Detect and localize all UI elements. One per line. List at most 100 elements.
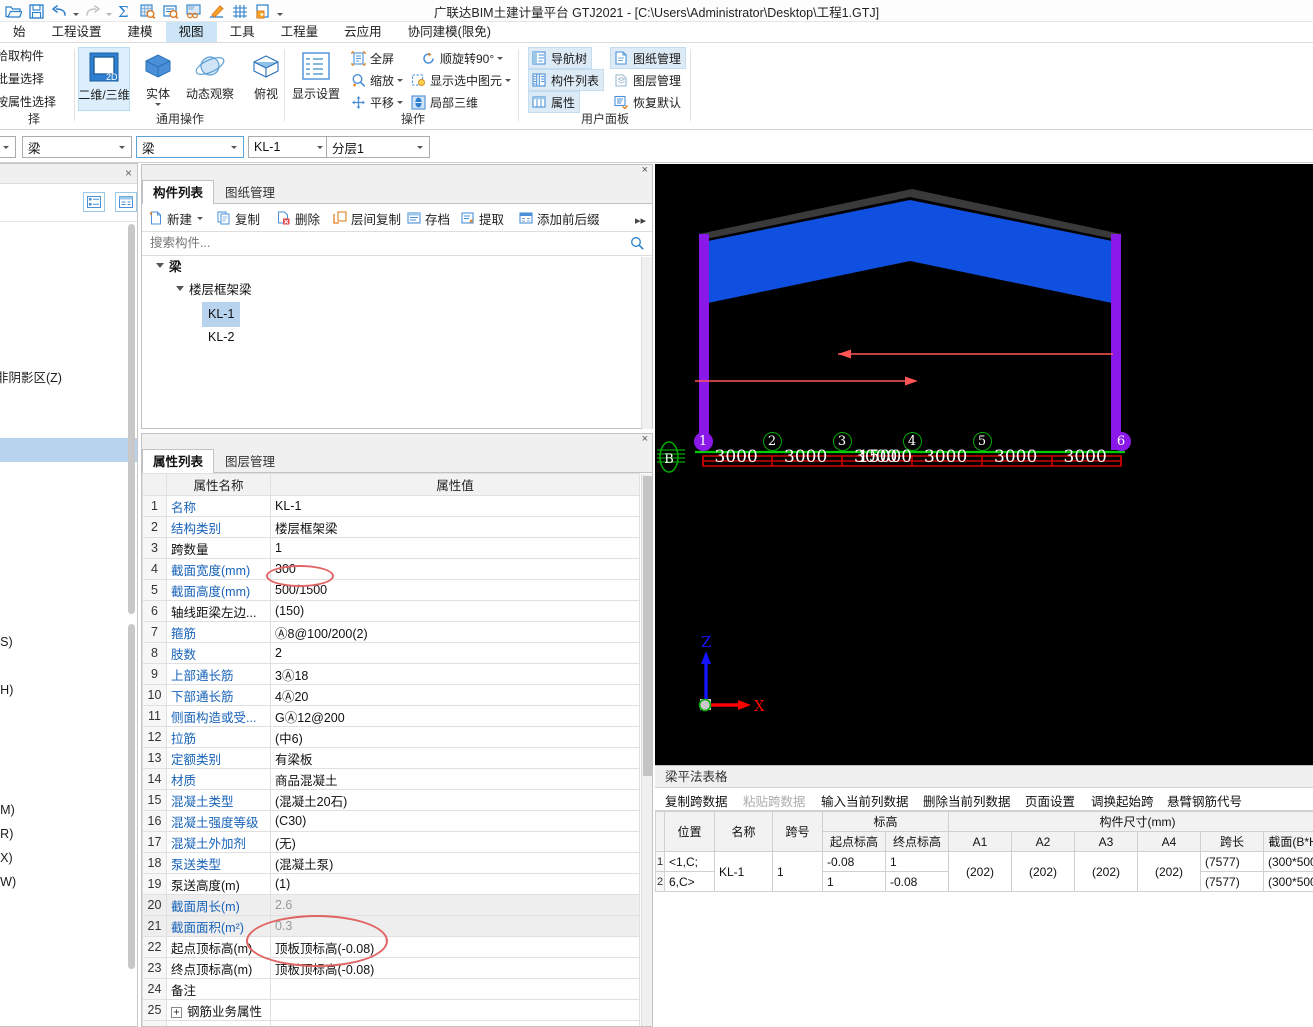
nav-item-18[interactable]: 板负筋(F) [0, 654, 137, 678]
beam-cell-a1[interactable]: (202) [948, 851, 1012, 892]
property-row[interactable]: 2 结构类别 楼层框架梁 [142, 516, 640, 538]
btn-show-selected-caret[interactable] [505, 78, 512, 82]
property-row[interactable]: 18 泵送类型 (混凝土泵) [142, 852, 640, 874]
property-row[interactable]: 17 混凝土外加剂 (无) [142, 831, 640, 853]
component-toolbar-btn-0[interactable]: 新建 [148, 208, 204, 228]
chevron-down-icon[interactable] [176, 285, 184, 294]
property-row[interactable]: 14 材质 商品混凝土 [142, 768, 640, 790]
component-toolbar-btn-1[interactable]: 复制 [216, 208, 260, 228]
property-row[interactable]: 15 混凝土类型 (混凝土20石) [142, 789, 640, 811]
nav-item-13[interactable]: 现浇板(B) [0, 534, 137, 558]
property-row-value[interactable]: 商品混凝土 [270, 768, 640, 790]
beam-grid-col-3[interactable]: 起点标高 [822, 831, 886, 852]
toolbar-overflow-button[interactable]: ▸▸ [635, 210, 646, 230]
close-icon[interactable]: × [642, 164, 648, 176]
property-row[interactable]: 25 + 钢筋业务属性 [142, 999, 640, 1021]
beam-cell-end-elev[interactable]: 1 [885, 851, 949, 872]
beam-grid-col-7[interactable]: A3 [1074, 831, 1138, 852]
property-row-value[interactable] [270, 999, 640, 1021]
property-row-value[interactable]: 顶板顶标高(-0.08) [270, 936, 640, 958]
property-row-value[interactable]: (混凝土泵) [270, 852, 640, 874]
nav-item-4[interactable]: 构造柱(Z) [0, 318, 137, 342]
beam-grid-col-5[interactable]: A1 [948, 831, 1012, 852]
close-icon[interactable]: × [125, 166, 132, 180]
toggle-layer-mgmt[interactable]: 图层管理 [610, 69, 686, 91]
beam-cell-name[interactable]: KL-1 [714, 851, 773, 892]
property-row[interactable]: 20 截面周长(m) 2.6 [142, 894, 640, 916]
beam-cell-a4[interactable]: (202) [1137, 851, 1201, 892]
property-row[interactable]: 6 轴线距梁左边... (150) [142, 600, 640, 622]
floor-select[interactable] [0, 136, 16, 158]
beam-toolbar-btn-5[interactable]: 调换起始跨 [1091, 791, 1154, 810]
chevron-down-icon[interactable] [119, 146, 125, 149]
beam-cell-a2[interactable]: (202) [1011, 851, 1075, 892]
nav-item-25[interactable]: 筏板主筋(R) [0, 822, 137, 846]
property-scrollbar-thumb[interactable] [643, 476, 652, 776]
property-panel-tab-0[interactable]: 属性列表 [142, 449, 215, 474]
btn-zoom[interactable]: 缩放 [348, 69, 405, 91]
beam-cell-section[interactable]: (300*500/1... [1263, 851, 1313, 872]
property-header-col-0[interactable]: 属性名称 [166, 473, 271, 496]
axis-bubble-5[interactable]: 5 [972, 432, 992, 451]
card-view-icon[interactable] [115, 192, 137, 212]
property-row-value[interactable]: 0.3 [270, 915, 640, 937]
component-toolbar-btn-5[interactable]: 提取 [460, 208, 504, 228]
property-row[interactable]: 13 定额类别 有梁板 [142, 747, 640, 769]
ribbon-tab-5[interactable]: 工程量 [268, 22, 332, 42]
btn-rotate-cw-caret[interactable] [497, 56, 504, 60]
property-row-value[interactable] [270, 1020, 640, 1026]
property-row[interactable]: 7 箍筋 Ⓐ8@100/200(2) [142, 621, 640, 643]
beam-row-index[interactable]: 1 [655, 851, 665, 872]
tree-node-group[interactable]: 楼层框架梁 [142, 279, 652, 302]
beam-grid-col-2[interactable]: 跨号 [772, 811, 823, 852]
beam-grid-col-6[interactable]: A2 [1011, 831, 1075, 852]
tree-node-root[interactable]: 梁 [142, 256, 652, 279]
nav-item-14[interactable]: 螺旋板(B) [0, 558, 137, 582]
nav-item-5[interactable]: 砌体柱(Z) [0, 342, 137, 366]
chevron-down-icon[interactable] [231, 146, 237, 149]
property-row[interactable]: 23 终点顶标高(m) 顶板顶标高(-0.08) [142, 957, 640, 979]
component-panel-tab-0[interactable]: 构件列表 [142, 180, 215, 205]
property-row-value[interactable]: (150) [270, 600, 640, 622]
table-row[interactable]: 1 <1,C; KL-1 1 -0.08 1 (202) (202) (202) (202) (75… [655, 851, 1313, 892]
ribbon-tab-0[interactable]: 始 [0, 22, 39, 42]
component-toolbar-btn-2[interactable]: 删除 [276, 208, 320, 228]
nav-item-19[interactable]: 楼层板带(H) [0, 678, 137, 702]
property-row-value[interactable]: 2 [270, 642, 640, 664]
nav-item-27[interactable]: 基础板带(W) [0, 870, 137, 894]
chevron-down-icon[interactable] [197, 216, 204, 220]
close-icon[interactable]: × [642, 434, 648, 445]
nav-item-17[interactable]: 板受力筋(S) [0, 630, 137, 654]
property-row[interactable]: 12 拉筋 (中6) [142, 726, 640, 748]
property-row[interactable]: 9 上部通长筋 3Ⓐ18 [142, 663, 640, 685]
nav-item-6[interactable]: 约束边缘非阴影区(Z) [0, 366, 137, 390]
btn-rotate-cw[interactable]: 顺旋转90° [418, 47, 505, 69]
property-row-value[interactable]: KL-1 [270, 495, 640, 517]
beam-toolbar-btn-3[interactable]: 删除当前列数据 [923, 791, 1011, 810]
property-row-value[interactable]: 300 [270, 558, 640, 580]
nav-item-3[interactable]: 柱(Z) [0, 294, 137, 318]
chevron-down-icon[interactable] [317, 146, 323, 149]
property-row[interactable]: 1 名称 KL-1 [142, 495, 640, 517]
beam-toolbar-btn-0[interactable]: 复制跨数据 [665, 791, 728, 810]
btn-orbit[interactable]: 动态观察 [181, 47, 239, 111]
btn-zoom-caret[interactable] [397, 78, 404, 82]
nav-tree-body[interactable]: 类型NEW柱(Z)构造柱(Z)砌体柱(Z)约束边缘非阴影区(Z)梁(L)连梁(G… [0, 222, 137, 1024]
list-view-icon[interactable] [83, 192, 105, 212]
property-row[interactable]: 21 截面面积(m²) 0.3 [142, 915, 640, 937]
beam-cell-end-elev[interactable]: -0.08 [885, 871, 949, 892]
expand-icon[interactable]: + [171, 1006, 182, 1018]
property-row-value[interactable]: GⒶ12@200 [270, 705, 640, 727]
property-row[interactable]: 3 跨数量 1 [142, 537, 640, 559]
axis-bubble-1[interactable]: 1 [693, 432, 713, 451]
property-row-value[interactable] [270, 978, 640, 1000]
property-row[interactable]: 5 截面高度(mm) 500/1500 [142, 579, 640, 601]
component-list-scrollbar[interactable] [641, 257, 652, 429]
nav-scrollbar-thumb-upper[interactable] [128, 224, 135, 614]
nav-item-20[interactable]: 板加腋(B) [0, 702, 137, 726]
btn-fullscreen[interactable]: 全屏 [348, 47, 396, 69]
nav-item-15[interactable]: 柱帽(V) [0, 582, 137, 606]
nav-item-24[interactable]: 筏板基础(M) [0, 798, 137, 822]
property-row-value[interactable]: (C30) [270, 810, 640, 832]
chevron-down-icon[interactable] [417, 146, 423, 149]
